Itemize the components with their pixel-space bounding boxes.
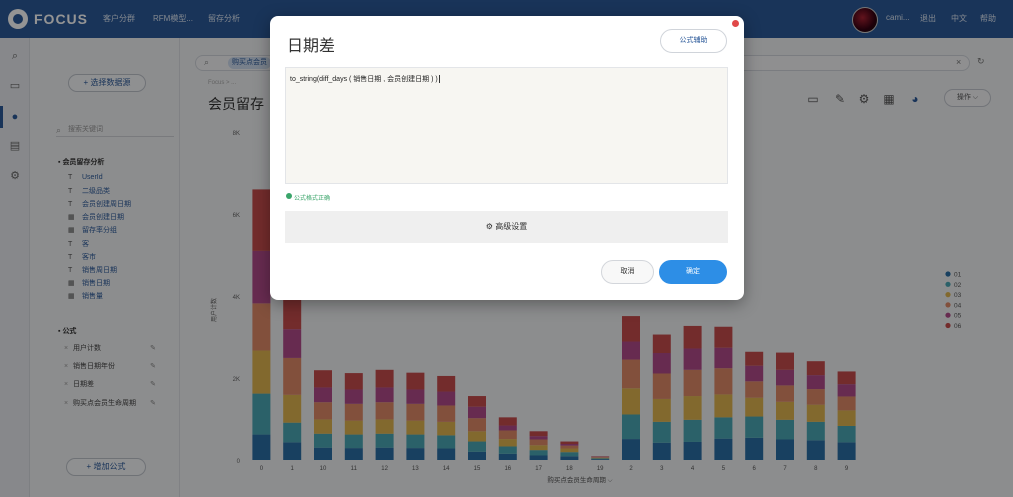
confirm-button[interactable]: 确定 <box>659 260 727 284</box>
formula-help-button[interactable]: 公式辅助 <box>660 29 727 53</box>
cancel-button[interactable]: 取消 <box>601 260 654 284</box>
gear-icon: ⚙ <box>485 222 493 231</box>
formula-dialog: 日期差 公式辅助 to_string(diff_days ( 销售日期 , 会员… <box>270 16 744 300</box>
formula-valid-message: 公式格式正确 <box>286 193 330 202</box>
advanced-settings-button[interactable]: ⚙ 高级设置 <box>285 211 728 243</box>
close-icon[interactable] <box>732 20 739 27</box>
formula-text: to_string(diff_days ( 销售日期 , 会员创建日期 ) ) <box>290 76 438 83</box>
formula-editor[interactable]: to_string(diff_days ( 销售日期 , 会员创建日期 ) ) <box>285 67 728 184</box>
dialog-title: 日期差 <box>287 38 336 55</box>
text-cursor <box>438 75 440 84</box>
advanced-settings-label: 高级设置 <box>495 222 528 231</box>
